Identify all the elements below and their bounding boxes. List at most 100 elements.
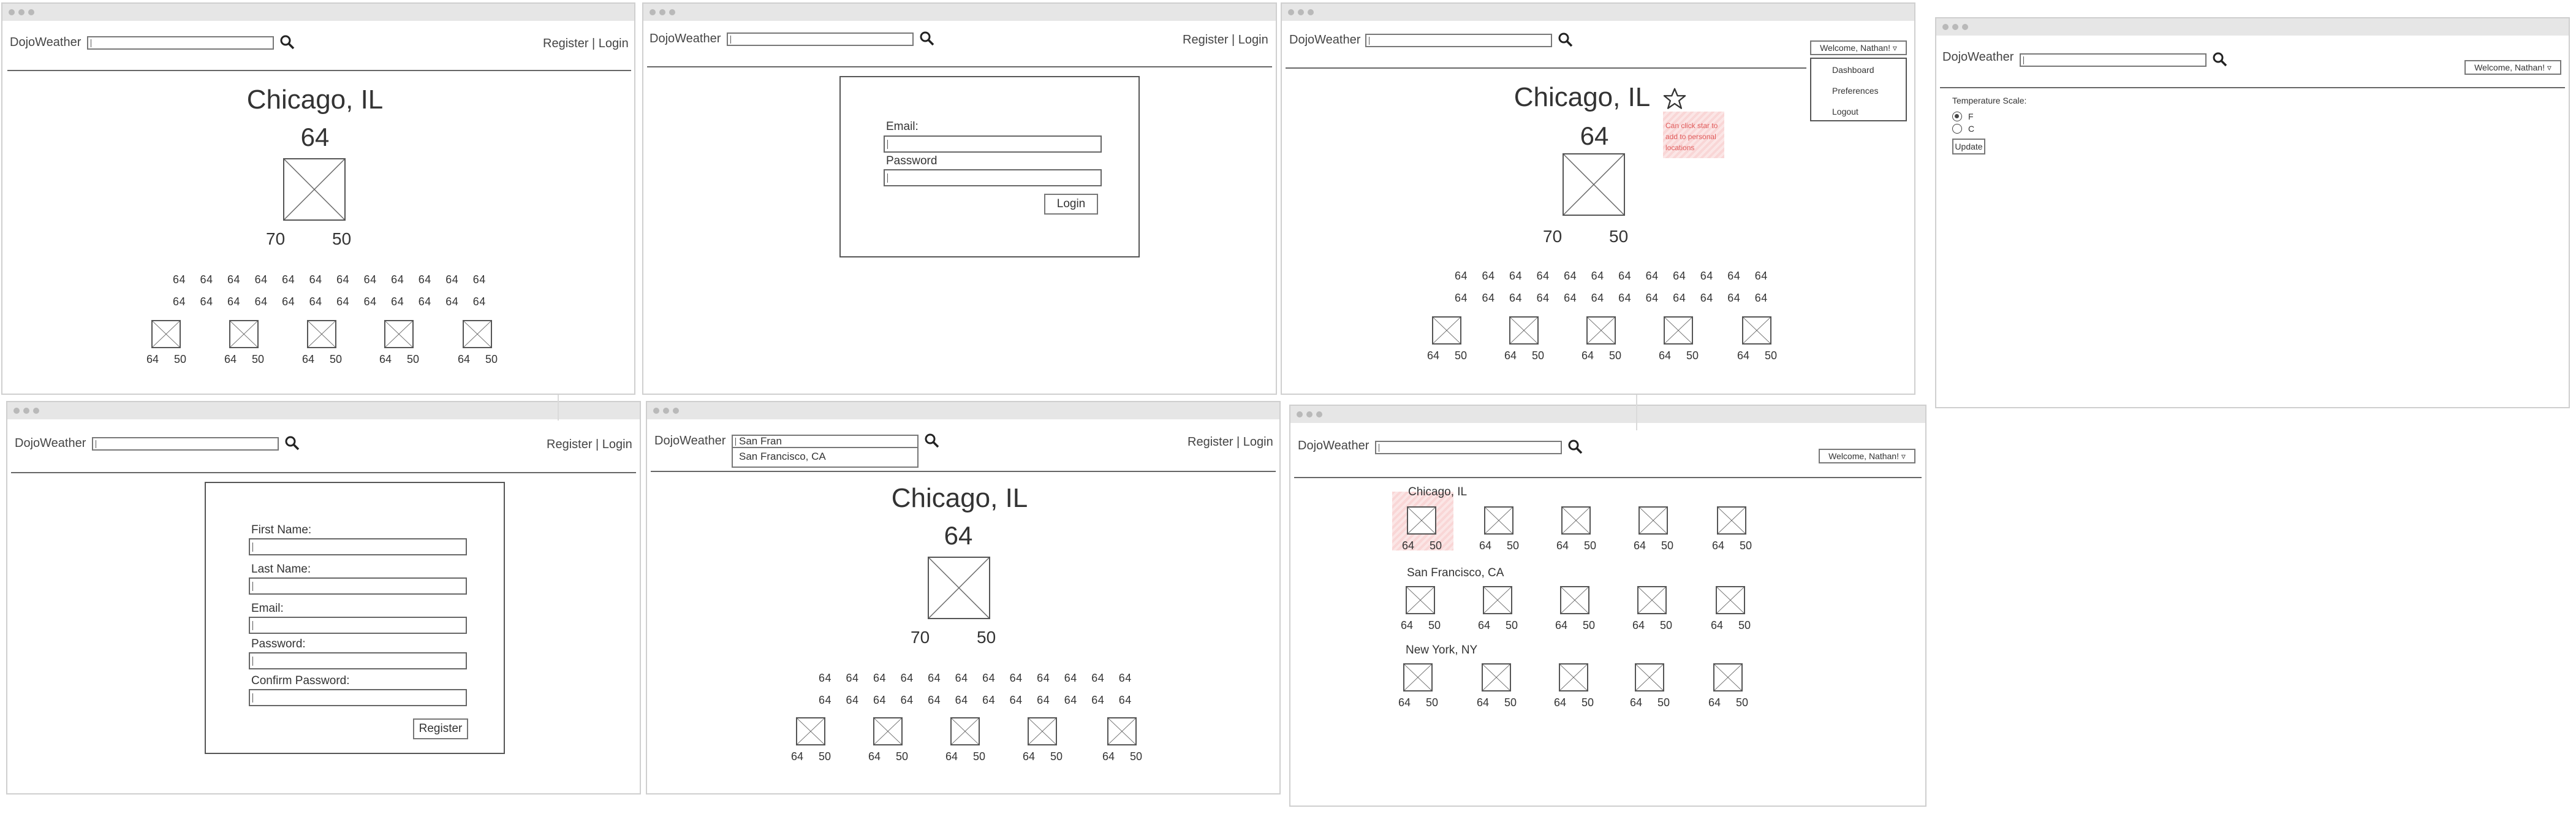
low-temp: 50 xyxy=(1609,227,1629,246)
current-temp: 64 xyxy=(1580,121,1609,150)
first-name-field[interactable] xyxy=(249,538,467,555)
welcome-menu-button[interactable]: Welcome, Nathan! ▿ xyxy=(1810,40,1907,55)
day-weather-image-placeholder xyxy=(1028,717,1057,745)
weather-image-placeholder xyxy=(283,158,346,221)
password-field[interactable] xyxy=(884,169,1102,186)
frame-dashboard: DojoWeather Welcome, Nathan! ▿ Chicago, … xyxy=(1289,405,1926,807)
day-weather-image-placeholder xyxy=(307,320,336,348)
day-weather-image-placeholder xyxy=(151,320,181,348)
low-temp: 50 xyxy=(977,628,996,647)
app-logo[interactable]: DojoWeather xyxy=(15,436,86,451)
current-temp: 64 xyxy=(944,521,973,550)
email-field[interactable] xyxy=(249,617,467,634)
search-icon[interactable] xyxy=(1567,439,1583,455)
nav-divider xyxy=(651,471,1276,472)
search-suggestions: San Francisco, CA xyxy=(732,448,919,468)
menu-item-logout[interactable]: Logout xyxy=(1832,107,1858,116)
email-label: Email: xyxy=(886,120,919,133)
day-weather-image-placeholder xyxy=(1484,506,1513,535)
app-logo[interactable]: DojoWeather xyxy=(1289,33,1360,47)
confirm-password-field[interactable] xyxy=(249,689,467,706)
app-logo[interactable]: DojoWeather xyxy=(1942,50,2013,64)
day-weather-image-placeholder xyxy=(1638,506,1668,535)
day-temps: 64 50 xyxy=(1102,750,1143,763)
frame-register: DojoWeather Register | Login First Name:… xyxy=(6,401,641,794)
day-weather-image-placeholder xyxy=(1559,663,1588,691)
annotation-text: Can click star to add to personal locati… xyxy=(1665,121,1718,152)
email-field[interactable] xyxy=(884,135,1102,153)
radio-c-label: C xyxy=(1968,124,1975,134)
day-temps: 64 50 xyxy=(1659,349,1699,362)
password-field[interactable] xyxy=(249,652,467,669)
weather-image-placeholder xyxy=(1563,153,1625,216)
dashboard-city-chicago[interactable]: Chicago, IL xyxy=(1408,486,1467,499)
auth-links[interactable]: Register | Login xyxy=(1188,435,1273,449)
frame-home: DojoWeather Register | Login Chicago, IL… xyxy=(1,2,635,395)
window-titlebar xyxy=(7,402,640,419)
dashboard-city-san-francisco[interactable]: San Francisco, CA xyxy=(1407,566,1504,580)
welcome-menu-button[interactable]: Welcome, Nathan! ▿ xyxy=(1819,449,1915,463)
last-name-field[interactable] xyxy=(249,577,467,595)
flow-connector xyxy=(558,395,559,421)
email-label: Email: xyxy=(251,602,284,615)
day-weather-image-placeholder xyxy=(1637,586,1667,614)
radio-c[interactable] xyxy=(1952,124,1962,134)
day-weather-image-placeholder xyxy=(1107,717,1137,745)
day-weather-image-placeholder xyxy=(1713,663,1743,691)
day-weather-image-placeholder xyxy=(1716,586,1745,614)
register-button[interactable]: Register xyxy=(413,718,468,739)
high-temp: 70 xyxy=(1543,227,1563,246)
day-temps: 64 50 xyxy=(1427,349,1468,362)
radio-f[interactable] xyxy=(1952,112,1962,121)
app-logo[interactable]: DojoWeather xyxy=(1298,439,1369,453)
nav-divider xyxy=(647,66,1272,67)
temperature-scale-label: Temperature Scale: xyxy=(1952,96,2027,105)
register-panel: First Name: Last Name: Email: Password: … xyxy=(205,482,505,754)
day-temps: 64 50 xyxy=(1504,349,1545,362)
day-temps: 64 50 xyxy=(1708,696,1749,709)
day-temps: 64 50 xyxy=(1737,349,1778,362)
frame-login: DojoWeather Register | Login Email: Pass… xyxy=(642,2,1277,395)
search-icon[interactable] xyxy=(284,435,300,451)
city-name: Chicago, IL xyxy=(891,483,1028,513)
update-button[interactable]: Update xyxy=(1952,139,1985,154)
hourly-row-1: 64 64 64 64 64 64 64 64 64 64 64 64 xyxy=(173,273,486,286)
search-input[interactable] xyxy=(2020,53,2207,67)
search-icon[interactable] xyxy=(2212,51,2228,67)
search-input[interactable] xyxy=(1375,441,1562,454)
auth-links[interactable]: Register | Login xyxy=(543,37,629,51)
search-icon[interactable] xyxy=(919,31,935,47)
day-weather-image-placeholder xyxy=(1482,663,1511,691)
search-input[interactable] xyxy=(727,32,914,46)
day-temps: 64 50 xyxy=(1556,539,1597,552)
day-temps: 64 50 xyxy=(1401,619,1441,631)
search-input[interactable] xyxy=(87,36,274,50)
search-icon[interactable] xyxy=(279,34,295,50)
search-query-text: San Fran xyxy=(739,435,782,447)
welcome-menu-button[interactable]: Welcome, Nathan! ▿ xyxy=(2464,60,2561,75)
auth-links[interactable]: Register | Login xyxy=(1183,33,1268,47)
day-temps: 64 50 xyxy=(1711,619,1751,631)
search-input[interactable] xyxy=(1365,34,1552,47)
auth-links[interactable]: Register | Login xyxy=(547,438,632,452)
search-icon[interactable] xyxy=(924,433,940,449)
menu-item-dashboard[interactable]: Dashboard xyxy=(1832,65,1874,75)
star-icon[interactable] xyxy=(1663,87,1686,110)
login-button[interactable]: Login xyxy=(1044,194,1098,215)
day-weather-image-placeholder xyxy=(1664,316,1693,345)
day-weather-image-placeholder xyxy=(1561,506,1591,535)
dashboard-city-new-york[interactable]: New York, NY xyxy=(1406,644,1477,657)
app-logo[interactable]: DojoWeather xyxy=(654,434,725,448)
day-temps: 64 50 xyxy=(1554,696,1594,709)
day-weather-image-placeholder xyxy=(1406,586,1435,614)
frame-search: DojoWeather San Fran San Francisco, CA R… xyxy=(646,401,1281,794)
day-weather-image-placeholder xyxy=(1403,663,1433,691)
suggestion-item[interactable]: San Francisco, CA xyxy=(739,451,826,463)
app-logo[interactable]: DojoWeather xyxy=(650,32,721,46)
search-input[interactable] xyxy=(92,437,279,451)
app-logo[interactable]: DojoWeather xyxy=(10,36,81,50)
day-weather-image-placeholder xyxy=(950,717,980,745)
menu-item-preferences[interactable]: Preferences xyxy=(1832,86,1878,96)
search-icon[interactable] xyxy=(1558,32,1574,48)
window-titlebar xyxy=(643,4,1276,21)
